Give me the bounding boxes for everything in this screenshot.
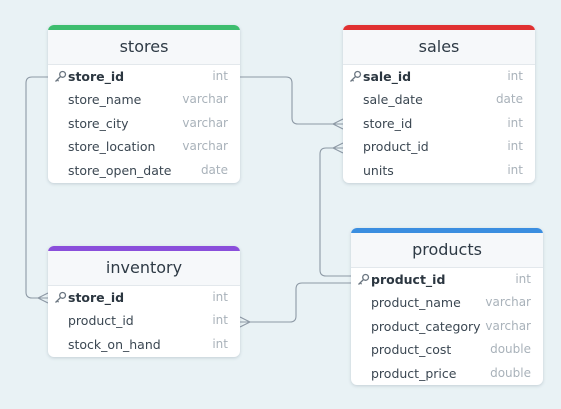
column-name: product_id <box>371 272 446 287</box>
column-row[interactable]: store_open_date date <box>48 159 240 182</box>
column-name: units <box>363 162 394 178</box>
column-row[interactable]: store_id int <box>343 112 535 135</box>
column-name: product_price <box>371 365 457 381</box>
column-name: sale_id <box>363 69 412 84</box>
column-name: product_category <box>371 318 481 334</box>
column-type: varchar <box>182 92 228 107</box>
column-name: sale_date <box>363 92 423 108</box>
column-type: int <box>212 290 228 304</box>
column-name: stock_on_hand <box>68 336 161 352</box>
column-type: int <box>515 272 531 286</box>
table-inventory[interactable]: inventory store_id int product_id int stock_… <box>48 246 240 357</box>
column-name: product_name <box>371 295 461 311</box>
link-stores-sales <box>240 76 343 125</box>
column-name: store_name <box>68 92 142 108</box>
table-sales[interactable]: sales sale_id int sale_date date store_id int… <box>343 25 535 183</box>
column-type: int <box>507 139 523 154</box>
key-icon <box>350 70 362 82</box>
table-title: stores <box>48 30 240 65</box>
column-type: date <box>495 92 523 107</box>
key-icon <box>55 70 67 82</box>
column-type: int <box>507 162 523 177</box>
column-type: double <box>490 365 531 380</box>
column-type: int <box>212 313 228 328</box>
column-name: store_open_date <box>68 162 172 178</box>
column-type: int <box>507 69 523 83</box>
column-name: store_id <box>363 115 413 131</box>
table-title: inventory <box>48 251 240 286</box>
column-row[interactable]: product_id int <box>343 135 535 158</box>
table-products[interactable]: products product_id int product_name varcha… <box>351 228 543 385</box>
column-type: varchar <box>485 318 531 333</box>
column-row[interactable]: units int <box>343 159 535 182</box>
column-row[interactable]: product_id int <box>48 309 240 332</box>
column-name: store_location <box>68 139 156 155</box>
column-name: store_id <box>68 290 125 305</box>
column-name: product_id <box>68 313 134 329</box>
column-row[interactable]: store_location varchar <box>48 135 240 158</box>
table-stores[interactable]: stores store_id int store_name varchar store… <box>48 25 240 183</box>
key-icon <box>358 273 370 285</box>
column-name: store_id <box>68 69 125 84</box>
column-type: varchar <box>182 139 228 154</box>
column-row[interactable]: sale_id int <box>343 65 535 88</box>
column-type: int <box>507 115 523 130</box>
link-products-inventory <box>240 282 351 323</box>
column-row[interactable]: sale_date date <box>343 88 535 111</box>
column-name: product_cost <box>371 342 452 358</box>
column-type: double <box>490 342 531 357</box>
column-row[interactable]: store_name varchar <box>48 88 240 111</box>
column-type: int <box>212 336 228 351</box>
column-name: product_id <box>363 139 429 155</box>
table-title: sales <box>343 30 535 65</box>
column-row[interactable]: store_city varchar <box>48 112 240 135</box>
column-row[interactable]: stock_on_hand int <box>48 333 240 356</box>
column-row[interactable]: product_cost double <box>351 338 543 361</box>
column-type: int <box>212 69 228 83</box>
link-stores-inventory <box>25 76 48 299</box>
column-type: varchar <box>485 295 531 310</box>
column-row[interactable]: store_id int <box>48 65 240 88</box>
column-type: date <box>200 162 228 177</box>
column-row[interactable]: product_price double <box>351 362 543 385</box>
column-row[interactable]: store_id int <box>48 286 240 309</box>
table-title: products <box>351 233 543 268</box>
column-row[interactable]: product_category varchar <box>351 315 543 338</box>
column-row[interactable]: product_name varchar <box>351 291 543 314</box>
key-icon <box>55 291 67 303</box>
column-type: varchar <box>182 115 228 130</box>
er-diagram-canvas: stores store_id int store_name varchar store… <box>0 0 561 409</box>
column-row[interactable]: product_id int <box>351 268 543 291</box>
column-name: store_city <box>68 115 129 131</box>
